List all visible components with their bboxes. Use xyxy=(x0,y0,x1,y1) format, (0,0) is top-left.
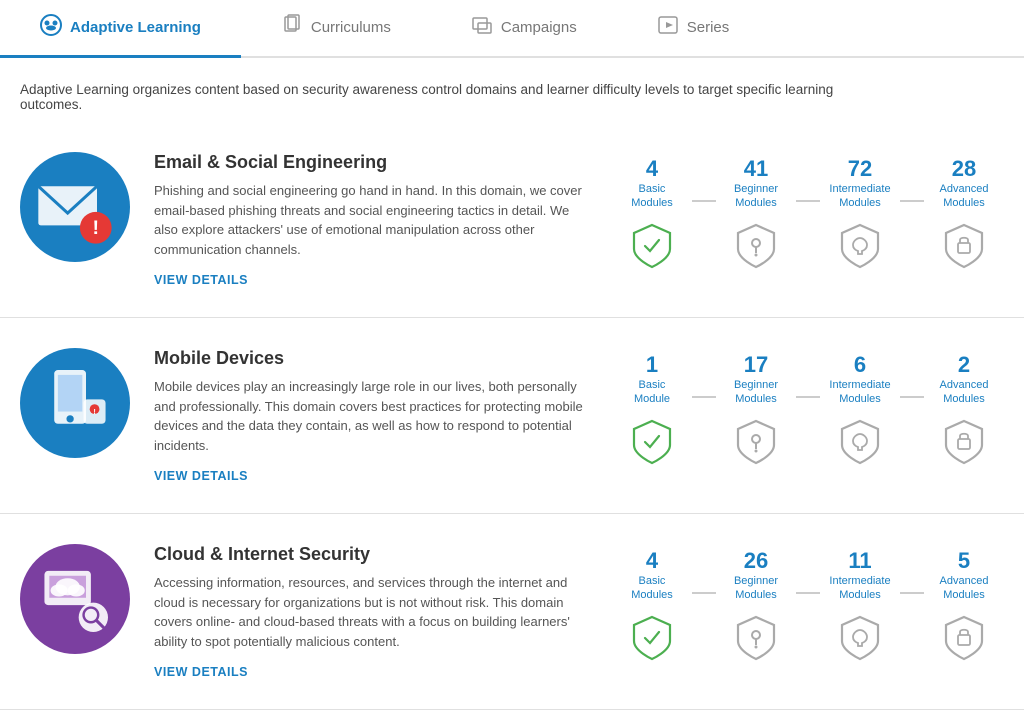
email-connector-2 xyxy=(796,200,820,202)
email-advanced-shield xyxy=(942,221,986,271)
mobile-advanced-col: 2 AdvancedModules xyxy=(924,352,1004,467)
mobile-intermediate-count: 6 xyxy=(854,352,866,378)
mobile-advanced-label: AdvancedModules xyxy=(940,378,989,407)
cloud-basic-count: 4 xyxy=(646,548,658,574)
email-domain-icon: ! xyxy=(20,152,130,262)
mobile-icon-wrap: ! xyxy=(20,348,130,458)
email-beginner-shield xyxy=(734,221,778,271)
email-icon-wrap: ! xyxy=(20,152,130,262)
email-module-stats: 4 BasicModules 41 BeginnerModules 72 Int… xyxy=(612,152,1004,271)
email-intermediate-label: IntermediateModules xyxy=(829,182,890,211)
cloud-beginner-count: 26 xyxy=(744,548,768,574)
cloud-advanced-label: AdvancedModules xyxy=(940,574,989,603)
cloud-beginner-col: 26 BeginnerModules xyxy=(716,548,796,663)
mobile-beginner-shield xyxy=(734,417,778,467)
email-intermediate-col: 72 IntermediateModules xyxy=(820,156,900,271)
mobile-domain-title: Mobile Devices xyxy=(154,348,588,369)
email-beginner-count: 41 xyxy=(744,156,768,182)
mobile-beginner-col: 17 BeginnerModules xyxy=(716,352,796,467)
domains-container: ! Email & Social Engineering Phishing an… xyxy=(0,122,1024,710)
mobile-connector-3 xyxy=(900,396,924,398)
cloud-connector-3 xyxy=(900,592,924,594)
adaptive-learning-icon xyxy=(40,14,62,41)
mobile-advanced-count: 2 xyxy=(958,352,970,378)
tab-campaigns-label: Campaigns xyxy=(501,19,577,36)
tab-campaigns[interactable]: Campaigns xyxy=(431,0,617,58)
cloud-basic-col: 4 BasicModules xyxy=(612,548,692,663)
cloud-basic-shield xyxy=(630,613,674,663)
tab-curriculums-label: Curriculums xyxy=(311,19,391,36)
email-advanced-count: 28 xyxy=(952,156,976,182)
email-beginner-col: 41 BeginnerModules xyxy=(716,156,796,271)
cloud-advanced-col: 5 AdvancedModules xyxy=(924,548,1004,663)
mobile-basic-label: BasicModule xyxy=(634,378,670,407)
cloud-domain-icon xyxy=(20,544,130,654)
mobile-view-details[interactable]: VIEW DETAILS xyxy=(154,469,248,483)
mobile-intermediate-label: IntermediateModules xyxy=(829,378,890,407)
cloud-connector-2 xyxy=(796,592,820,594)
cloud-intermediate-col: 11 IntermediateModules xyxy=(820,548,900,663)
svg-text:!: ! xyxy=(93,217,100,239)
email-domain-desc: Phishing and social engineering go hand … xyxy=(154,181,584,259)
mobile-connector-1 xyxy=(692,396,716,398)
email-basic-count: 4 xyxy=(646,156,658,182)
email-view-details[interactable]: VIEW DETAILS xyxy=(154,273,248,287)
svg-text:!: ! xyxy=(93,407,95,416)
domain-card-mobile: ! Mobile Devices Mobile devices play an … xyxy=(0,318,1024,514)
email-domain-content: Email & Social Engineering Phishing and … xyxy=(154,152,588,287)
tab-adaptive-learning-label: Adaptive Learning xyxy=(70,19,201,36)
domain-card-email-social: ! Email & Social Engineering Phishing an… xyxy=(0,122,1024,318)
email-basic-label: BasicModules xyxy=(631,182,673,211)
email-advanced-label: AdvancedModules xyxy=(940,182,989,211)
mobile-basic-shield xyxy=(630,417,674,467)
cloud-beginner-label: BeginnerModules xyxy=(734,574,778,603)
mobile-beginner-label: BeginnerModules xyxy=(734,378,778,407)
cloud-module-stats: 4 BasicModules 26 BeginnerModules 11 Int… xyxy=(612,544,1004,663)
email-connector-3 xyxy=(900,200,924,202)
domain-card-cloud: Cloud & Internet Security Accessing info… xyxy=(0,514,1024,710)
mobile-domain-desc: Mobile devices play an increasingly larg… xyxy=(154,377,584,455)
mobile-basic-count: 1 xyxy=(646,352,658,378)
cloud-beginner-shield xyxy=(734,613,778,663)
mobile-connector-2 xyxy=(796,396,820,398)
mobile-domain-content: Mobile Devices Mobile devices play an in… xyxy=(154,348,588,483)
curriculums-icon xyxy=(281,14,303,41)
cloud-connector-1 xyxy=(692,592,716,594)
cloud-advanced-shield xyxy=(942,613,986,663)
mobile-advanced-shield xyxy=(942,417,986,467)
mobile-intermediate-col: 6 IntermediateModules xyxy=(820,352,900,467)
cloud-intermediate-shield xyxy=(838,613,882,663)
campaigns-icon xyxy=(471,14,493,41)
email-basic-col: 4 BasicModules xyxy=(612,156,692,271)
tab-series-label: Series xyxy=(687,19,730,36)
cloud-intermediate-label: IntermediateModules xyxy=(829,574,890,603)
cloud-domain-desc: Accessing information, resources, and se… xyxy=(154,573,584,651)
email-domain-title: Email & Social Engineering xyxy=(154,152,588,173)
cloud-intermediate-count: 11 xyxy=(848,548,871,574)
tab-curriculums[interactable]: Curriculums xyxy=(241,0,431,58)
cloud-advanced-count: 5 xyxy=(958,548,970,574)
cloud-domain-title: Cloud & Internet Security xyxy=(154,544,588,565)
email-basic-shield xyxy=(630,221,674,271)
mobile-intermediate-shield xyxy=(838,417,882,467)
email-intermediate-count: 72 xyxy=(848,156,872,182)
cloud-domain-content: Cloud & Internet Security Accessing info… xyxy=(154,544,588,679)
email-connector-1 xyxy=(692,200,716,202)
email-advanced-col: 28 AdvancedModules xyxy=(924,156,1004,271)
mobile-basic-col: 1 BasicModule xyxy=(612,352,692,467)
tabs-bar: Adaptive Learning Curriculums Campaigns … xyxy=(0,0,1024,58)
cloud-basic-label: BasicModules xyxy=(631,574,673,603)
mobile-beginner-count: 17 xyxy=(744,352,768,378)
mobile-domain-icon: ! xyxy=(20,348,130,458)
tab-series[interactable]: Series xyxy=(617,0,770,58)
intro-text: Adaptive Learning organizes content base… xyxy=(0,58,900,122)
cloud-icon-wrap xyxy=(20,544,130,654)
cloud-view-details[interactable]: VIEW DETAILS xyxy=(154,665,248,679)
email-beginner-label: BeginnerModules xyxy=(734,182,778,211)
mobile-module-stats: 1 BasicModule 17 BeginnerModules 6 Inter… xyxy=(612,348,1004,467)
email-intermediate-shield xyxy=(838,221,882,271)
tab-adaptive-learning[interactable]: Adaptive Learning xyxy=(0,0,241,58)
series-icon xyxy=(657,14,679,41)
